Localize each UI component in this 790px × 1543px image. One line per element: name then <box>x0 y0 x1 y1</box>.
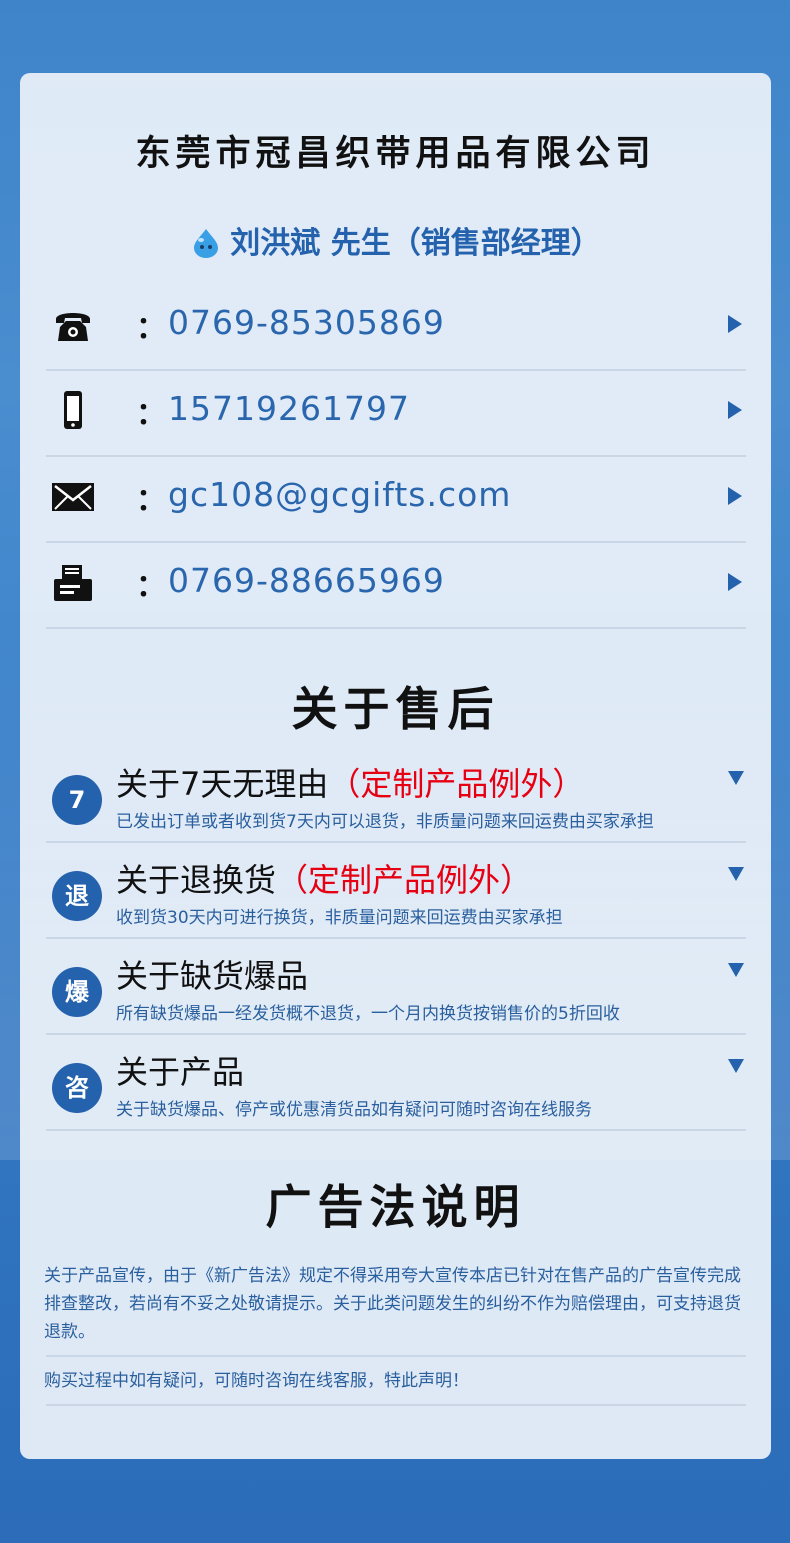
mail-icon <box>52 483 94 511</box>
service-desc: 收到货30天内可进行换货，非质量问题来回运费由买家承担 <box>116 908 563 928</box>
ad-law-paragraph: 关于产品宣传，由于《新广告法》规定不得采用夸大宣传本店已针对在售产品的广告宣传完… <box>44 1266 741 1342</box>
service-title: 关于7天无理由 <box>116 765 329 803</box>
mobile-arrow-icon <box>728 401 742 419</box>
email-colon: ： <box>136 483 166 518</box>
service-heading: 关于退换货（定制产品例外） <box>116 855 532 901</box>
badge-exchange: 退 <box>52 871 102 921</box>
divider <box>46 1404 746 1406</box>
divider <box>46 1355 746 1357</box>
service-item-exchange[interactable]: 退 关于退换货（定制产品例外） 收到货30天内可进行换货，非质量问题来回运费由买… <box>46 843 746 939</box>
phone-arrow-icon <box>728 315 742 333</box>
fax-arrow-icon <box>728 573 742 591</box>
service-heading: 关于产品 <box>116 1047 244 1093</box>
fax-colon: ： <box>136 569 166 604</box>
service-item-hot[interactable]: 爆 关于缺货爆品 所有缺货爆品一经发货概不退货，一个月内换货按销售价的5折回收 <box>46 939 746 1035</box>
info-card: 东莞市冠昌织带用品有限公司 刘洪斌 先生（销售部经理） ： 0769-85305… <box>20 73 771 1459</box>
fax-icon <box>54 565 92 601</box>
badge-consult: 咨 <box>52 1063 102 1113</box>
service-item-product[interactable]: 咨 关于产品 关于缺货爆品、停产或优惠清货品如有疑问可随时咨询在线服务 <box>46 1035 746 1131</box>
service-heading: 关于7天无理由（定制产品例外） <box>116 759 584 805</box>
service-item-7day[interactable]: 7 关于7天无理由（定制产品例外） 已发出订单或者收到货7天内可以退货，非质量问… <box>46 747 746 843</box>
ad-law-statement: 购买过程中如有疑问，可随时咨询在线客服，特此声明！ <box>44 1371 469 1391</box>
email-row[interactable]: ： gc108@gcgifts.com <box>46 455 746 543</box>
after-sales-title: 关于售后 <box>291 682 500 736</box>
phone-colon: ： <box>136 311 166 346</box>
mobile-colon: ： <box>136 397 166 432</box>
expand-arrow-icon[interactable] <box>728 867 744 881</box>
service-desc: 所有缺货爆品一经发货概不退货，一个月内换货按销售价的5折回收 <box>116 1004 620 1024</box>
service-heading: 关于缺货爆品 <box>116 951 308 997</box>
fax-row[interactable]: ： 0769-88665969 <box>46 541 746 629</box>
phone-icon <box>56 313 90 341</box>
badge-7day: 7 <box>52 775 102 825</box>
expand-arrow-icon[interactable] <box>728 1059 744 1073</box>
service-title: 关于产品 <box>116 1053 245 1091</box>
mobile-icon <box>64 391 82 429</box>
contact-person-name: 刘洪斌 先生（销售部经理） <box>230 226 601 261</box>
service-note: （定制产品例外） <box>276 861 533 899</box>
ad-law-title: 广告法说明 <box>265 1180 526 1234</box>
expand-arrow-icon[interactable] <box>728 771 744 785</box>
service-title: 关于缺货爆品 <box>116 957 309 995</box>
drop-mascot-icon <box>194 229 219 258</box>
email-value: gc108@gcgifts.com <box>168 475 512 514</box>
service-desc: 关于缺货爆品、停产或优惠清货品如有疑问可随时咨询在线服务 <box>116 1100 592 1120</box>
badge-hot: 爆 <box>52 967 102 1017</box>
expand-arrow-icon[interactable] <box>728 963 744 977</box>
phone-value: 0769-85305869 <box>168 303 445 342</box>
phone-row[interactable]: ： 0769-85305869 <box>46 283 746 371</box>
email-arrow-icon <box>728 487 742 505</box>
service-title: 关于退换货 <box>116 861 277 899</box>
service-note: （定制产品例外） <box>328 765 585 803</box>
company-name: 东莞市冠昌织带用品有限公司 <box>135 134 656 174</box>
service-desc: 已发出订单或者收到货7天内可以退货，非质量问题来回运费由买家承担 <box>116 812 654 832</box>
mobile-value: 15719261797 <box>168 389 410 428</box>
mobile-row[interactable]: ： 15719261797 <box>46 369 746 457</box>
fax-value: 0769-88665969 <box>168 561 445 600</box>
contact-person: 刘洪斌 先生（销售部经理） <box>20 218 771 262</box>
